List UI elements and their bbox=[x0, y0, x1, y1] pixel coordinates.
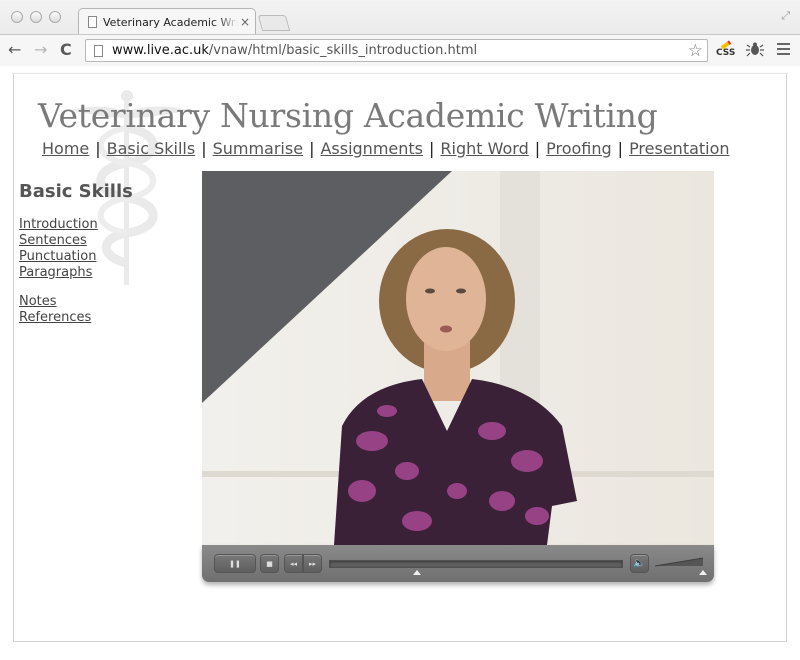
sidebar-item-references[interactable]: References bbox=[19, 310, 98, 326]
sidebar-heading: Basic Skills bbox=[19, 181, 133, 202]
sidebar-item-sentences[interactable]: Sentences bbox=[19, 233, 98, 249]
volume-slider[interactable] bbox=[655, 557, 703, 567]
url-host: www.live.ac.uk bbox=[112, 43, 209, 58]
video-frame[interactable] bbox=[202, 171, 714, 545]
page-icon bbox=[94, 44, 103, 57]
seek-thumb-handle[interactable] bbox=[413, 570, 422, 575]
nav-link-home[interactable]: Home bbox=[42, 139, 89, 158]
page-icon bbox=[88, 16, 97, 28]
address-bar[interactable]: www.live.ac.uk/vnaw/html/basic_skills_in… bbox=[85, 39, 708, 62]
minimize-window-button[interactable] bbox=[30, 11, 42, 23]
video-image bbox=[202, 171, 714, 545]
bookmark-star-icon[interactable]: ☆ bbox=[688, 41, 703, 61]
volume-button[interactable]: 🔈 bbox=[630, 554, 649, 573]
seek-bar[interactable] bbox=[329, 560, 623, 568]
fast-forward-icon: ▸▸ bbox=[308, 559, 317, 568]
sidebar-item-introduction[interactable]: Introduction bbox=[19, 217, 98, 233]
pause-button[interactable]: ❚❚ bbox=[214, 554, 256, 573]
nav-separator: | bbox=[617, 139, 624, 158]
nav-separator: | bbox=[429, 139, 435, 158]
top-navigation: Home | Basic Skills | Summarise | Assignments |… bbox=[42, 139, 730, 158]
back-arrow-icon[interactable]: ← bbox=[8, 42, 21, 58]
css-extension-icon[interactable]: CSS bbox=[716, 40, 736, 58]
sidebar-menu: Introduction Sentences Punctuation Parag… bbox=[19, 217, 98, 326]
nav-link-presentation[interactable]: Presentation bbox=[629, 139, 729, 158]
maximize-window-button[interactable] bbox=[49, 11, 61, 23]
nav-link-basic-skills[interactable]: Basic Skills bbox=[107, 139, 196, 158]
css-extension-label: CSS bbox=[716, 48, 736, 58]
menu-hamburger-icon[interactable] bbox=[777, 43, 790, 58]
rewind-button[interactable]: ◂◂ bbox=[284, 554, 303, 573]
nav-link-assignments[interactable]: Assignments bbox=[320, 139, 423, 158]
nav-separator: | bbox=[201, 139, 207, 158]
nav-link-right-word[interactable]: Right Word bbox=[440, 139, 528, 158]
sidebar-item-punctuation[interactable]: Punctuation bbox=[19, 249, 98, 265]
bug-icon bbox=[746, 42, 764, 57]
web-page: Veterinary Nursing Academic Writing Home… bbox=[13, 73, 787, 642]
nav-separator: | bbox=[534, 139, 541, 158]
bug-extension-icon[interactable] bbox=[746, 40, 764, 62]
new-tab-button[interactable] bbox=[257, 15, 291, 31]
speaker-icon: 🔈 bbox=[633, 558, 646, 569]
nav-link-proofing[interactable]: Proofing bbox=[546, 139, 612, 158]
forward-arrow-icon[interactable]: → bbox=[34, 42, 47, 58]
nav-separator: | bbox=[309, 139, 315, 158]
nav-separator: | bbox=[95, 139, 101, 158]
browser-tab[interactable]: Veterinary Academic Writing × bbox=[84, 10, 252, 34]
volume-thumb-handle[interactable] bbox=[699, 570, 707, 575]
reload-icon[interactable]: C bbox=[60, 42, 72, 58]
stop-icon: ■ bbox=[266, 559, 273, 568]
pause-icon: ❚❚ bbox=[229, 559, 241, 568]
video-controls: ❚❚ ■ ◂◂ ▸▸ 🔈 bbox=[202, 545, 714, 582]
face bbox=[406, 247, 486, 351]
tab-close-icon[interactable]: × bbox=[238, 15, 252, 29]
url-path: /vnaw/html/basic_skills_introduction.htm… bbox=[208, 43, 478, 58]
nav-link-summarise[interactable]: Summarise bbox=[213, 139, 303, 158]
browser-chrome: Veterinary Academic Writing × ⤢ ← → C ww… bbox=[0, 0, 800, 66]
close-window-button[interactable] bbox=[11, 11, 23, 23]
tab-title: Veterinary Academic Writing bbox=[103, 15, 238, 29]
browser-toolbar: ← → C www.live.ac.uk/vnaw/html/basic_ski… bbox=[0, 34, 800, 66]
window-controls bbox=[11, 11, 61, 23]
sidebar-item-paragraphs[interactable]: Paragraphs bbox=[19, 265, 98, 281]
sidebar-item-notes[interactable]: Notes bbox=[19, 294, 98, 310]
stop-button[interactable]: ■ bbox=[260, 554, 279, 573]
site-title: Veterinary Nursing Academic Writing bbox=[38, 96, 658, 135]
fullscreen-icon[interactable]: ⤢ bbox=[781, 9, 790, 23]
fast-forward-button[interactable]: ▸▸ bbox=[303, 554, 322, 573]
rewind-icon: ◂◂ bbox=[289, 559, 298, 568]
